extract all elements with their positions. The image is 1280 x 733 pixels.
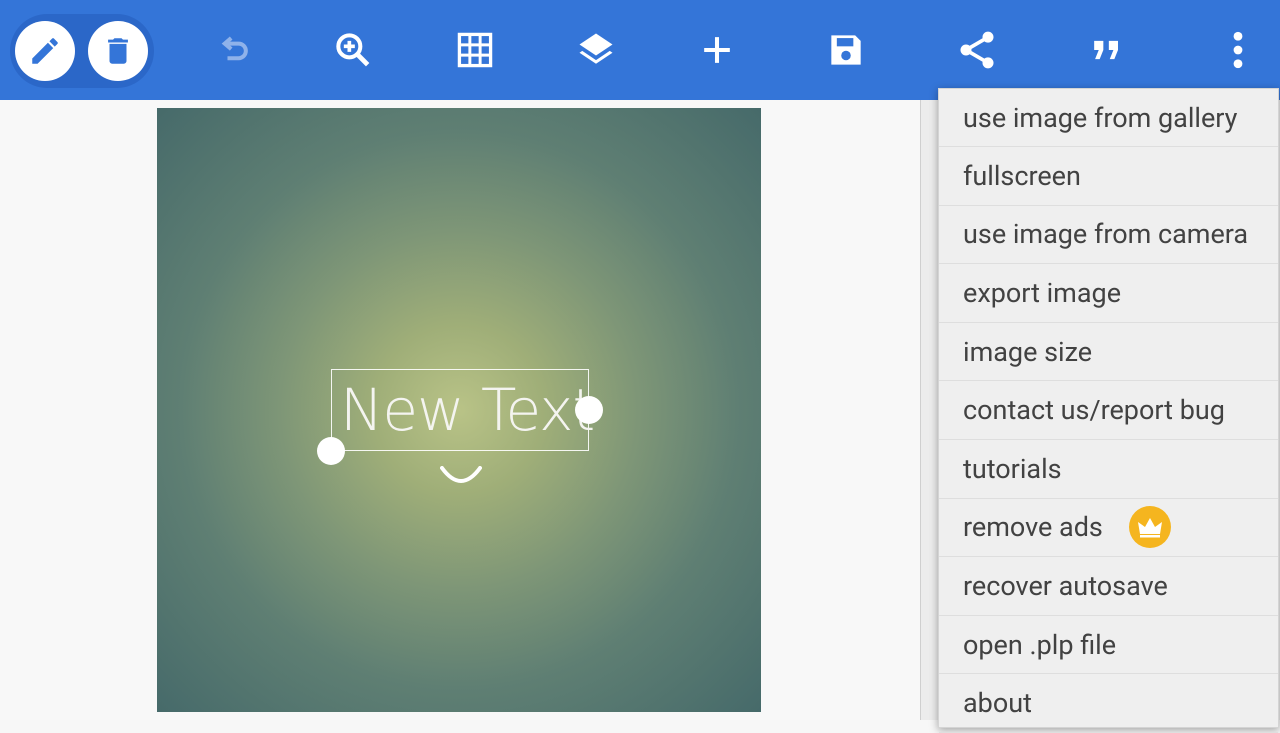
menu-item-remove-ads[interactable]: remove ads bbox=[939, 499, 1278, 558]
quote-icon bbox=[1094, 40, 1118, 60]
add-icon bbox=[704, 37, 730, 63]
grid-icon bbox=[457, 32, 493, 68]
layers-button[interactable] bbox=[571, 25, 621, 75]
pencil-icon bbox=[32, 38, 58, 64]
zoom-in-icon bbox=[336, 33, 370, 67]
share-button[interactable] bbox=[952, 25, 1002, 75]
overflow-menu: use image from gallery fullscreen use im… bbox=[938, 88, 1279, 733]
save-icon bbox=[831, 35, 861, 65]
rotate-handle[interactable] bbox=[317, 437, 345, 465]
add-button[interactable] bbox=[692, 25, 742, 75]
menu-item-gallery[interactable]: use image from gallery bbox=[939, 89, 1278, 147]
resize-handle[interactable] bbox=[575, 396, 603, 424]
undo-icon bbox=[221, 36, 248, 61]
undo-button[interactable] bbox=[208, 25, 258, 75]
menu-item-image-size[interactable]: image size bbox=[939, 323, 1278, 382]
menu-item-export[interactable]: export image bbox=[939, 264, 1278, 323]
menu-item-label: open .plp file bbox=[963, 628, 1117, 661]
menu-item-camera[interactable]: use image from camera bbox=[939, 206, 1278, 265]
curve-handle-icon[interactable] bbox=[440, 466, 482, 486]
save-button[interactable] bbox=[821, 25, 871, 75]
menu-item-label: use image from gallery bbox=[963, 101, 1238, 134]
top-toolbar bbox=[0, 0, 1280, 100]
more-vert-icon bbox=[1233, 31, 1243, 69]
menu-item-contact[interactable]: contact us/report bug bbox=[939, 381, 1278, 440]
share-icon bbox=[960, 31, 994, 69]
menu-item-recover-autosave[interactable]: recover autosave bbox=[939, 557, 1278, 616]
text-layer[interactable]: New Text bbox=[340, 378, 595, 442]
menu-item-label: use image from camera bbox=[963, 218, 1249, 251]
menu-item-tutorials[interactable]: tutorials bbox=[939, 440, 1278, 499]
trash-icon bbox=[108, 38, 128, 64]
zoom-button[interactable] bbox=[328, 25, 378, 75]
menu-item-open-plp[interactable]: open .plp file bbox=[939, 616, 1278, 675]
menu-item-label: fullscreen bbox=[963, 159, 1081, 192]
draw-tool-button[interactable] bbox=[15, 21, 75, 81]
menu-item-label: contact us/report bug bbox=[963, 394, 1225, 427]
menu-item-label: image size bbox=[963, 335, 1093, 368]
menu-item-label: export image bbox=[963, 276, 1122, 309]
delete-button[interactable] bbox=[88, 21, 148, 81]
menu-item-label: about bbox=[963, 687, 1032, 720]
quote-button[interactable] bbox=[1082, 25, 1132, 75]
menu-item-label: recover autosave bbox=[963, 569, 1168, 602]
menu-item-label: tutorials bbox=[963, 452, 1062, 485]
layers-icon bbox=[579, 33, 613, 64]
overflow-menu-button[interactable] bbox=[1213, 25, 1263, 75]
grid-button[interactable] bbox=[450, 25, 500, 75]
menu-item-about[interactable]: about bbox=[939, 674, 1278, 733]
menu-item-fullscreen[interactable]: fullscreen bbox=[939, 147, 1278, 206]
crown-icon bbox=[1128, 506, 1171, 549]
menu-item-label: remove ads bbox=[963, 511, 1103, 544]
